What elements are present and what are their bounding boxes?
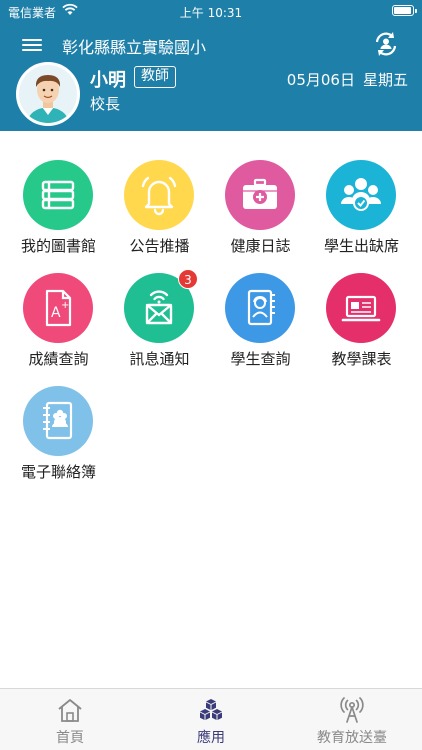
cubes-icon bbox=[200, 699, 222, 720]
first-aid-kit-icon bbox=[243, 178, 277, 209]
date-text: 05月06日 bbox=[286, 71, 355, 89]
role-badge: 教師 bbox=[134, 66, 176, 88]
app-label: 健康日誌 bbox=[230, 237, 291, 255]
app-grade-query[interactable]: A + 成績查詢 bbox=[8, 269, 109, 373]
app-icon-circle bbox=[124, 160, 194, 230]
app-announcements[interactable]: 公告推播 bbox=[109, 156, 210, 260]
app-label: 教學課表 bbox=[331, 350, 392, 368]
tab-label: 教育放送臺 bbox=[317, 730, 387, 746]
contact-book-icon bbox=[43, 401, 73, 440]
weekday-text: 星期五 bbox=[362, 71, 408, 89]
school-name: 彰化縣縣立實驗國小 bbox=[62, 38, 207, 57]
app-message-notification[interactable]: 3 訊息通知 bbox=[109, 269, 210, 373]
books-icon bbox=[41, 180, 75, 210]
battery-icon bbox=[392, 5, 417, 16]
broadcast-tower-icon bbox=[340, 697, 364, 723]
app-icon-circle bbox=[23, 386, 93, 456]
svg-text:+: + bbox=[61, 300, 69, 311]
user-title: 校長 bbox=[90, 95, 121, 113]
tab-home[interactable]: 首頁 bbox=[0, 695, 140, 747]
bottom-tab-bar: 首頁 應用 教育放送臺 bbox=[0, 688, 422, 750]
app-header: 彰化縣縣立實驗國小 小明 教師 校長 05月06日 星期五 bbox=[0, 22, 422, 131]
svg-text:A: A bbox=[51, 305, 61, 321]
avatar[interactable] bbox=[16, 62, 80, 126]
app-health-log[interactable]: 健康日誌 bbox=[210, 156, 311, 260]
laptop-schedule-icon bbox=[341, 295, 381, 322]
hamburger-menu-button[interactable] bbox=[22, 36, 44, 54]
switch-account-icon[interactable] bbox=[372, 30, 400, 58]
app-icon-circle bbox=[23, 160, 93, 230]
app-teaching-timetable[interactable]: 教學課表 bbox=[311, 269, 412, 373]
user-avatar-icon bbox=[19, 65, 77, 123]
tab-label: 首頁 bbox=[56, 730, 84, 746]
tab-label: 應用 bbox=[197, 730, 225, 746]
current-date: 05月06日 星期五 bbox=[287, 69, 408, 90]
app-student-attendance[interactable]: 學生出缺席 bbox=[311, 156, 412, 260]
app-icon-circle bbox=[326, 273, 396, 343]
tab-apps[interactable]: 應用 bbox=[141, 695, 281, 747]
status-bar: 電信業者 上午 10:31 bbox=[0, 0, 422, 22]
app-student-query[interactable]: 學生查詢 bbox=[210, 269, 311, 373]
user-name: 小明 bbox=[90, 70, 126, 91]
app-label: 公告推播 bbox=[129, 237, 190, 255]
attendance-group-icon bbox=[341, 178, 381, 211]
app-label: 學生出缺席 bbox=[323, 237, 399, 255]
app-contact-book[interactable]: 電子聯絡簿 bbox=[8, 382, 109, 486]
app-label: 電子聯絡簿 bbox=[20, 463, 96, 481]
app-icon-circle bbox=[225, 273, 295, 343]
app-label: 成績查詢 bbox=[28, 350, 89, 368]
student-directory-icon bbox=[247, 289, 275, 326]
app-icon-circle bbox=[225, 160, 295, 230]
home-icon bbox=[58, 699, 82, 722]
app-icon-circle: A + bbox=[23, 273, 93, 343]
status-time: 上午 10:31 bbox=[179, 6, 243, 20]
app-label: 我的圖書館 bbox=[20, 237, 96, 255]
bell-icon bbox=[141, 176, 177, 216]
app-label: 學生查詢 bbox=[230, 350, 291, 368]
grade-document-icon: A + bbox=[45, 289, 72, 327]
app-my-library[interactable]: 我的圖書館 bbox=[8, 156, 109, 260]
notification-count-badge: 3 bbox=[178, 269, 198, 289]
tab-broadcast[interactable]: 教育放送臺 bbox=[282, 695, 422, 747]
app-label: 訊息通知 bbox=[129, 350, 190, 368]
app-icon-circle bbox=[326, 160, 396, 230]
